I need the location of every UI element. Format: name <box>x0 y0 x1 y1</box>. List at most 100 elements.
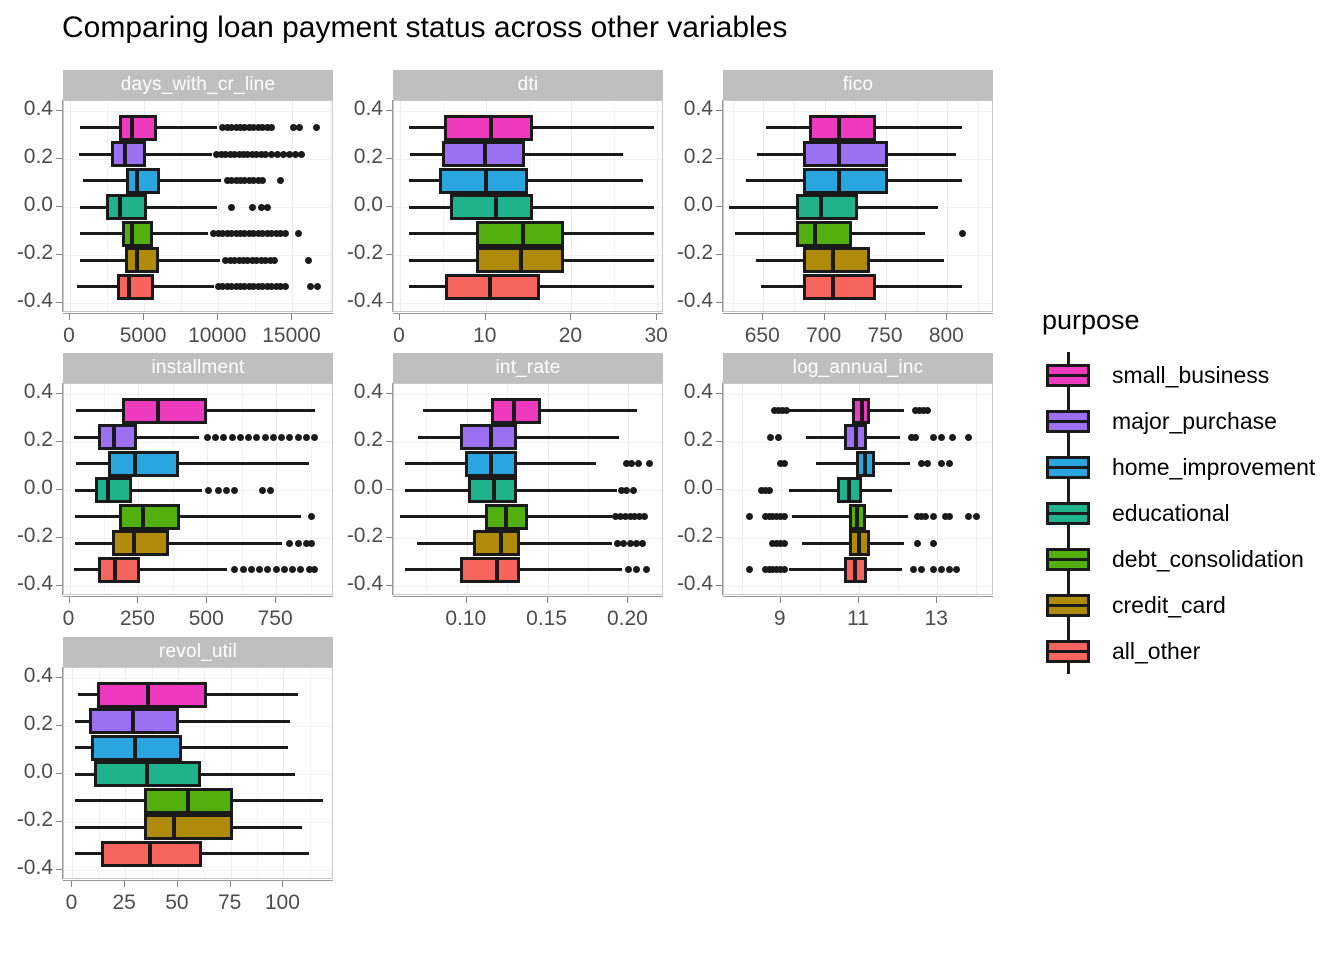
boxplot-median <box>498 530 503 556</box>
boxplot-median <box>488 273 492 300</box>
y-axis-line <box>392 383 393 595</box>
boxplot-outlier <box>248 203 256 211</box>
boxplot-median <box>171 814 176 840</box>
boxplot-median <box>837 167 842 194</box>
hgridline <box>64 394 332 395</box>
boxplot-outlier <box>278 433 286 441</box>
boxplot-outlier <box>781 460 789 467</box>
facet-strip-label: fico <box>723 70 993 100</box>
x-axis-tick-label: 30 <box>644 324 668 347</box>
legend-item-label: educational <box>1112 499 1230 526</box>
legend-item-small_business[interactable]: small_business <box>1042 352 1315 398</box>
boxplot-box-educational <box>796 194 858 220</box>
boxplot-median <box>862 450 867 477</box>
facet-strip-label: days_with_cr_line <box>63 70 333 100</box>
hgridline <box>394 111 662 112</box>
legend-item-debt_consolidation[interactable]: debt_consolidation <box>1042 536 1315 582</box>
y-axis-tick-label: 0.2 <box>23 144 53 168</box>
gridline-major <box>276 384 277 594</box>
boxplot-outlier <box>272 566 280 573</box>
x-axis-tick <box>143 314 145 320</box>
boxplot-outlier <box>259 177 267 184</box>
x-axis-tick-label: 0.20 <box>606 607 648 630</box>
x-axis-tick-label: 800 <box>928 324 964 347</box>
x-axis-tick <box>656 314 658 320</box>
hgridline <box>64 586 332 587</box>
boxplot-outlier <box>965 513 973 520</box>
legend-item-all_other[interactable]: all_other <box>1042 628 1315 674</box>
y-axis-tick-label: -0.4 <box>16 289 53 313</box>
boxplot-outlier <box>311 433 319 441</box>
boxplot-outlier <box>294 433 302 441</box>
boxplot-median <box>106 477 111 503</box>
boxplot-box-credit_card <box>112 530 169 556</box>
boxplot-outlier <box>929 513 937 520</box>
y-axis-line <box>62 383 63 595</box>
boxplot-outlier <box>945 513 953 520</box>
panel-days_with_cr_line <box>63 100 333 312</box>
boxplot-median <box>854 424 859 450</box>
boxplot-outlier <box>311 566 319 573</box>
boxplot-outlier <box>263 203 271 211</box>
boxplot-whisker <box>788 409 904 412</box>
gridline-major <box>947 101 948 311</box>
boxplot-outlier <box>629 486 637 494</box>
boxplot-outlier <box>253 433 261 441</box>
boxplot-box-major_purchase <box>802 141 889 167</box>
boxplot-box-educational <box>449 194 533 220</box>
legend-item-label: home_improvement <box>1112 453 1316 480</box>
x-axis-tick <box>291 314 293 320</box>
x-axis-tick <box>176 881 178 887</box>
boxplot-median <box>111 424 116 450</box>
boxplot-outlier <box>765 486 773 494</box>
hgridline <box>64 303 332 304</box>
boxplot-median <box>130 114 135 141</box>
x-axis-tick <box>206 597 208 603</box>
boxplot-outlier <box>633 566 640 573</box>
y-axis-tick-label: -0.4 <box>676 289 713 313</box>
y-axis-line <box>722 383 723 595</box>
x-axis-line <box>63 880 333 881</box>
boxplot-median <box>127 273 132 300</box>
y-axis-tick-label: 0.2 <box>353 144 383 168</box>
x-axis-tick <box>229 881 231 887</box>
boxplot-outlier <box>268 124 276 131</box>
boxplot-median <box>130 220 135 247</box>
legend-item-home_improvement[interactable]: home_improvement <box>1042 444 1315 490</box>
boxplot-outlier <box>277 177 285 184</box>
boxplot-whisker <box>418 435 619 439</box>
hgridline <box>724 394 992 395</box>
boxplot-outlier <box>781 539 789 547</box>
boxplot-outlier <box>289 566 297 573</box>
boxplot-box-educational <box>94 477 133 503</box>
boxplot-outlier <box>281 230 289 237</box>
x-axis-tick <box>275 597 277 603</box>
legend-key-icon <box>1042 490 1094 536</box>
legend-key-icon <box>1042 444 1094 490</box>
boxplot-outlier <box>294 539 302 547</box>
boxplot-outlier <box>286 539 294 547</box>
boxplot-median <box>132 450 137 477</box>
x-axis-tick-label: 13 <box>924 607 948 630</box>
x-axis-tick <box>137 597 139 603</box>
legend-item-educational[interactable]: educational <box>1042 490 1315 536</box>
hgridline <box>724 303 992 304</box>
boxplot-median <box>831 247 836 273</box>
boxplot-box-debt_consolidation <box>796 220 852 247</box>
y-axis-tick-label: -0.4 <box>676 572 713 596</box>
legend-item-major_purchase[interactable]: major_purchase <box>1042 398 1315 444</box>
boxplot-median <box>134 167 139 194</box>
boxplot-box-credit_card <box>124 247 159 273</box>
boxplot-outlier <box>286 433 294 441</box>
legend-item-credit_card[interactable]: credit_card <box>1042 582 1315 628</box>
x-axis-tick <box>779 597 781 603</box>
legend-item-label: small_business <box>1112 361 1270 388</box>
boxplot-outlier <box>312 124 320 131</box>
boxplot-outlier <box>228 433 236 441</box>
boxplot-outlier <box>641 513 649 520</box>
panel-int_rate <box>393 383 663 595</box>
x-axis-tick-label: 15000 <box>262 324 321 347</box>
boxplot-median <box>853 556 858 583</box>
panel-installment <box>63 383 333 595</box>
legend-title: purpose <box>1042 305 1140 335</box>
